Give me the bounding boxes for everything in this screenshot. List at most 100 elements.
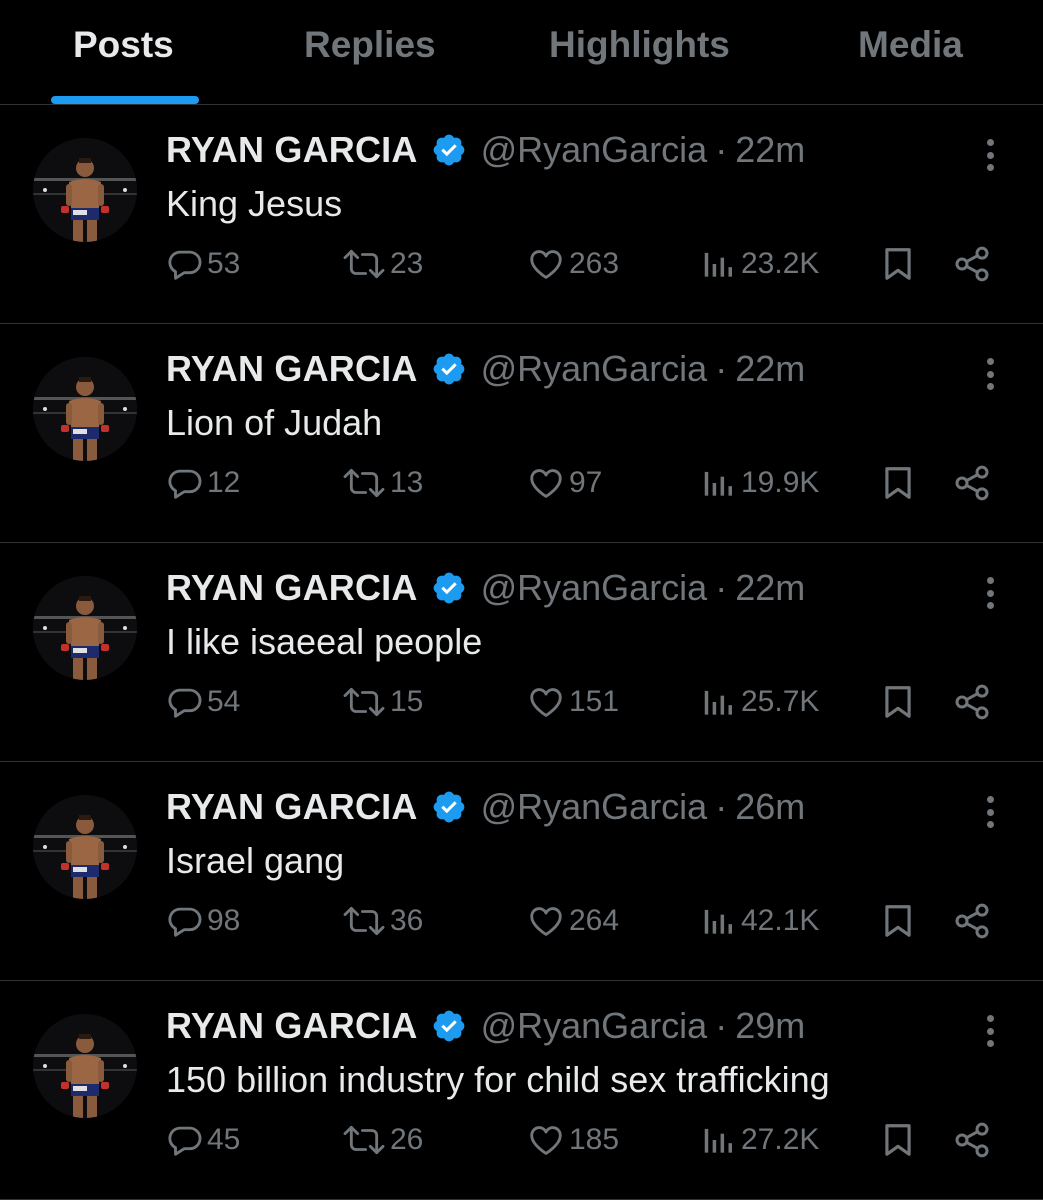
separator-dot: · [715,129,728,170]
reply-button[interactable]: 53 [166,242,240,286]
share-button[interactable] [952,242,992,286]
repost-button[interactable]: 13 [341,461,423,505]
bookmark-button[interactable] [879,899,917,943]
repost-button[interactable]: 36 [341,899,423,943]
verified-badge-icon [433,134,464,166]
avatar[interactable] [33,357,137,461]
views-count: 23.2K [741,247,820,280]
share-icon [955,1122,989,1158]
repost-icon [343,468,385,498]
like-button[interactable]: 264 [526,899,619,943]
post-time[interactable]: 22m [735,348,805,390]
repost-icon [343,687,385,717]
more-icon[interactable] [975,792,1005,832]
share-icon [955,465,989,501]
reply-icon [168,469,202,499]
post-time[interactable]: 22m [735,129,805,171]
reply-button[interactable]: 45 [166,1118,240,1162]
post[interactable]: RYAN GARCIA @RyanGarcia · 26m Israel gan… [0,762,1043,981]
like-button[interactable]: 97 [526,461,602,505]
author-name[interactable]: RYAN GARCIA [166,567,418,609]
active-tab-indicator [51,96,199,104]
author-handle[interactable]: @RyanGarcia [481,1005,708,1047]
bookmark-button[interactable] [879,1118,917,1162]
repost-button[interactable]: 26 [341,1118,423,1162]
avatar[interactable] [33,138,137,242]
views-icon [704,471,732,496]
reply-button[interactable]: 98 [166,899,240,943]
bookmark-button[interactable] [879,242,917,286]
views-button[interactable]: 19.9K [700,461,819,505]
post-time[interactable]: 29m [735,1005,805,1047]
tab-replies[interactable]: Replies [304,24,436,66]
reply-button[interactable]: 54 [166,680,240,724]
profile-tabs: Posts Replies Highlights Media [0,0,1043,105]
post-text: Israel gang [166,840,345,881]
share-button[interactable] [952,680,992,724]
bookmark-icon [885,248,911,280]
repost-icon [343,906,385,936]
verified-badge-icon [433,791,464,823]
views-button[interactable]: 23.2K [700,242,819,286]
reply-button[interactable]: 12 [166,461,240,505]
tab-posts[interactable]: Posts [73,24,174,66]
like-count: 97 [569,466,603,499]
bookmark-button[interactable] [879,461,917,505]
views-button[interactable]: 42.1K [700,899,819,943]
more-icon[interactable] [975,573,1005,613]
share-button[interactable] [952,899,992,943]
share-button[interactable] [952,1118,992,1162]
like-button[interactable]: 263 [526,242,619,286]
repost-icon [343,249,385,279]
author-handle[interactable]: @RyanGarcia [481,786,708,828]
post[interactable]: RYAN GARCIA @RyanGarcia · 29m 150 billio… [0,981,1043,1200]
author-name[interactable]: RYAN GARCIA [166,348,418,390]
views-count: 19.9K [741,466,820,499]
author-handle[interactable]: @RyanGarcia [481,567,708,609]
post-time[interactable]: 22m [735,567,805,609]
post-text: 150 billion industry for child sex traff… [166,1059,830,1100]
more-icon[interactable] [975,354,1005,394]
repost-count: 26 [390,1123,424,1156]
more-icon[interactable] [975,135,1005,175]
reply-icon [168,1126,202,1156]
like-button[interactable]: 185 [526,1118,619,1162]
bookmark-icon [885,686,911,718]
views-button[interactable]: 27.2K [700,1118,819,1162]
post-time[interactable]: 26m [735,786,805,828]
views-button[interactable]: 25.7K [700,680,819,724]
avatar[interactable] [33,795,137,899]
separator-dot: · [715,567,728,608]
reply-count: 98 [207,904,241,937]
share-icon [955,246,989,282]
heart-icon [530,1126,562,1155]
repost-count: 23 [390,247,424,280]
heart-icon [530,469,562,498]
author-name[interactable]: RYAN GARCIA [166,1005,418,1047]
tab-highlights[interactable]: Highlights [549,24,730,66]
post[interactable]: RYAN GARCIA @RyanGarcia · 22m King Jesus… [0,105,1043,324]
bookmark-button[interactable] [879,680,917,724]
repost-icon [343,1125,385,1155]
avatar[interactable] [33,1014,137,1118]
post[interactable]: RYAN GARCIA @RyanGarcia · 22m Lion of Ju… [0,324,1043,543]
tab-media[interactable]: Media [858,24,963,66]
like-button[interactable]: 151 [526,680,619,724]
like-count: 185 [569,1123,620,1156]
separator-dot: · [715,1005,728,1046]
like-count: 151 [569,685,620,718]
author-name[interactable]: RYAN GARCIA [166,786,418,828]
avatar[interactable] [33,576,137,680]
repost-button[interactable]: 23 [341,242,423,286]
author-handle[interactable]: @RyanGarcia [481,348,708,390]
verified-badge-icon [433,1010,464,1042]
post[interactable]: RYAN GARCIA @RyanGarcia · 22m I like isa… [0,543,1043,762]
author-handle[interactable]: @RyanGarcia [481,129,708,171]
more-icon[interactable] [975,1011,1005,1051]
heart-icon [530,688,562,717]
like-count: 263 [569,247,620,280]
post-text: I like isaeeal people [166,621,483,662]
repost-button[interactable]: 15 [341,680,423,724]
author-name[interactable]: RYAN GARCIA [166,129,418,171]
share-button[interactable] [952,461,992,505]
